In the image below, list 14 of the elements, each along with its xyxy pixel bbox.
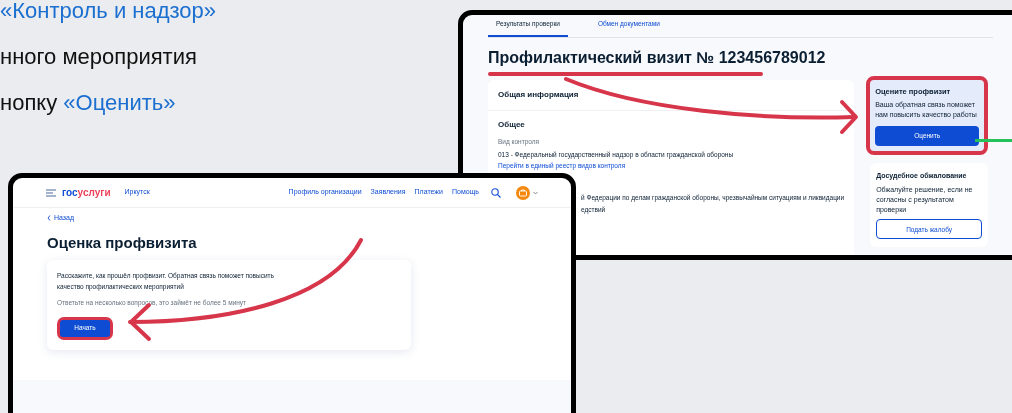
- slide-text: «Контроль и надзор»: [0, 0, 217, 25]
- chevron-left-icon: [47, 215, 51, 222]
- slide-text: нного мероприятия: [0, 43, 198, 71]
- site-logo[interactable]: госуслуги: [62, 185, 111, 200]
- page-title: Оценка профвизита: [47, 232, 198, 253]
- connector-line: [975, 139, 1012, 142]
- slide-text: нопку «Оценить»: [0, 89, 177, 117]
- page-title: Профилактический визит № 123456789012: [488, 47, 826, 68]
- section-heading: Общее: [498, 118, 525, 131]
- briefcase-avatar-icon[interactable]: [516, 185, 530, 200]
- search-icon[interactable]: [491, 187, 501, 198]
- chevron-down-icon[interactable]: [533, 190, 538, 195]
- card-heading: Общая информация: [488, 79, 855, 111]
- menu-icon[interactable]: [46, 188, 56, 197]
